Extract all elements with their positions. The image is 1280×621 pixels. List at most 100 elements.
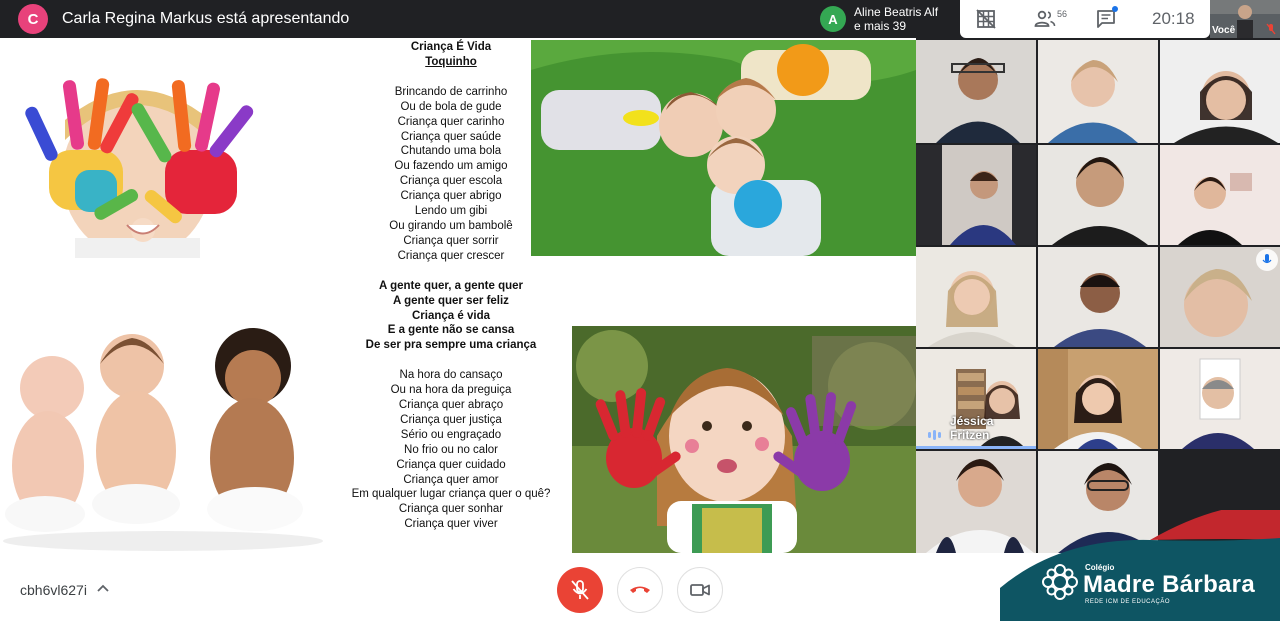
participant-video <box>1160 40 1280 143</box>
self-video-tile[interactable]: Você <box>1210 0 1280 38</box>
presentation-slide: Criança É Vida Toquinho Brincando de car… <box>0 38 916 553</box>
poem-line: Criança quer crescer <box>397 249 505 262</box>
participant-grid: Jéssica Fritzen <box>916 38 1280 553</box>
logo-emblem-icon <box>1042 564 1078 600</box>
poem-line: Chutando uma bola <box>400 145 502 158</box>
kids-on-grass-photo <box>531 40 916 256</box>
poem-line: Criança quer sorrir <box>403 234 499 247</box>
child-painted-hands-photo <box>5 60 267 258</box>
poem-line: Criança quer viver <box>404 518 498 531</box>
poem-line: Brincando de carrinho <box>394 85 508 98</box>
poem-line: Sério ou engraçado <box>400 428 502 441</box>
meeting-code[interactable]: cbh6vl627i <box>20 582 87 598</box>
chat-button[interactable] <box>1096 6 1118 30</box>
presenter-info: C Carla Regina Markus está apresentando <box>18 4 349 34</box>
camera-toggle-button[interactable] <box>677 567 723 613</box>
mic-icon <box>1262 254 1272 264</box>
participant-video <box>1160 145 1280 245</box>
participant-video <box>1038 349 1158 449</box>
unread-dot <box>1112 6 1118 12</box>
poem-author: Toquinho <box>425 55 477 68</box>
participant-tile[interactable] <box>916 247 1036 347</box>
self-label: Você <box>1212 25 1236 36</box>
participant-video <box>916 40 1036 143</box>
speaking-indicator-icon <box>928 430 941 440</box>
poem-line: Criança quer amor <box>403 473 499 486</box>
participant-tile[interactable] <box>916 145 1036 245</box>
poem-line: Criança quer justiça <box>400 413 502 426</box>
poem-text: Criança É Vida Toquinho Brincando de car… <box>340 40 562 532</box>
tile-mic-indicator <box>1256 249 1278 271</box>
participant-tile[interactable] <box>916 40 1036 143</box>
poem-line: A gente quer ser feliz <box>393 294 509 307</box>
participant-video <box>1038 247 1158 347</box>
girl-painted-hands-photo <box>572 326 916 553</box>
participant-tile[interactable] <box>1160 40 1280 143</box>
other-participants[interactable]: A Aline Beatris Alf e mais 39 <box>820 2 938 36</box>
poem-line: Na hora do cansaço <box>399 369 503 382</box>
people-icon <box>1034 10 1056 27</box>
poem-line: Criança quer sonhar <box>398 503 504 516</box>
participant-video <box>916 145 1036 245</box>
three-babies-photo <box>0 326 326 552</box>
poem-line: De ser pra sempre uma criança <box>365 339 537 352</box>
poem-line: A gente quer, a gente quer <box>379 279 523 292</box>
poem-line: Criança quer abrigo <box>400 190 502 203</box>
logo-subtitle: REDE ICM DE EDUCAÇÃO <box>1085 599 1171 605</box>
people-count: 56 <box>1057 9 1068 19</box>
presenter-label: Carla Regina Markus está apresentando <box>62 10 350 27</box>
participant-video <box>1038 145 1158 245</box>
mic-toggle-button[interactable] <box>557 567 603 613</box>
participant-tile-speaking[interactable]: Jéssica Fritzen <box>916 349 1036 449</box>
participant-tile[interactable] <box>1160 247 1280 347</box>
poem-line: Ou girando um bambolê <box>389 219 513 232</box>
poem-line: Ou na hora da preguiça <box>390 384 512 397</box>
leave-call-button[interactable] <box>617 567 663 613</box>
participant-avatar: A <box>820 6 846 32</box>
participant-tile[interactable] <box>1038 40 1158 143</box>
participant-tile[interactable] <box>1160 349 1280 449</box>
poem-line: E a gente não se cansa <box>387 324 515 337</box>
participant-tile[interactable] <box>1038 247 1158 347</box>
layout-button[interactable] <box>976 8 996 30</box>
poem-line: Criança quer cuidado <box>396 458 506 471</box>
poem-line: Ou fazendo um amigo <box>394 160 508 173</box>
poem-line: Ou de bola de gude <box>400 100 502 113</box>
chat-icon <box>1097 10 1115 28</box>
hang-up-icon <box>630 586 650 593</box>
poem-stanza-1: Brincando de carrinho Ou de bola de gude… <box>340 85 562 264</box>
presenter-avatar: C <box>18 4 48 34</box>
school-logo: Colégio Madre Bárbara REDE ICM DE EDUCAÇ… <box>1000 510 1280 621</box>
mic-off-icon <box>571 580 589 600</box>
poem-chorus: A gente quer, a gente quer A gente quer … <box>340 279 562 354</box>
chevron-up-icon[interactable] <box>96 582 110 596</box>
poem-line: Criança quer carinho <box>397 115 505 128</box>
poem-line: Em qualquer lugar criança quer o quê? <box>351 488 551 501</box>
participant-video <box>1038 40 1158 143</box>
top-bar: C Carla Regina Markus está apresentando … <box>0 0 1280 38</box>
speaking-highlight <box>916 446 1036 449</box>
participants-label: Aline Beatris Alf e mais 39 <box>854 5 938 33</box>
poem-line: Criança quer abraço <box>398 399 504 412</box>
logo-name: Madre Bárbara <box>1083 571 1255 598</box>
participant-video <box>916 247 1036 347</box>
poem-stanza-2: Na hora do cansaço Ou na hora da preguiç… <box>340 368 562 532</box>
poem-line: Lendo um gibi <box>414 205 488 218</box>
camera-icon <box>690 584 710 596</box>
poem-line: Criança quer saúde <box>400 130 502 143</box>
participant-video <box>1160 349 1280 449</box>
poem-line: Criança é vida <box>412 309 490 322</box>
layout-grid-off-icon <box>976 9 996 29</box>
participants-more: e mais 39 <box>854 19 907 33</box>
participant-tile[interactable] <box>1038 349 1158 449</box>
participant-tile[interactable] <box>1038 145 1158 245</box>
participant-name: Jéssica Fritzen <box>950 414 994 442</box>
mic-off-icon <box>1266 23 1276 35</box>
poem-title: Criança É Vida <box>410 41 492 53</box>
participant-name: Aline Beatris Alf <box>854 5 939 19</box>
participant-tile[interactable] <box>1160 145 1280 245</box>
poem-line: Criança quer escola <box>399 175 503 188</box>
people-button[interactable]: 56 <box>1034 8 1067 30</box>
meet-window: C Carla Regina Markus está apresentando … <box>0 0 1280 621</box>
clock: 20:18 <box>1152 9 1195 28</box>
